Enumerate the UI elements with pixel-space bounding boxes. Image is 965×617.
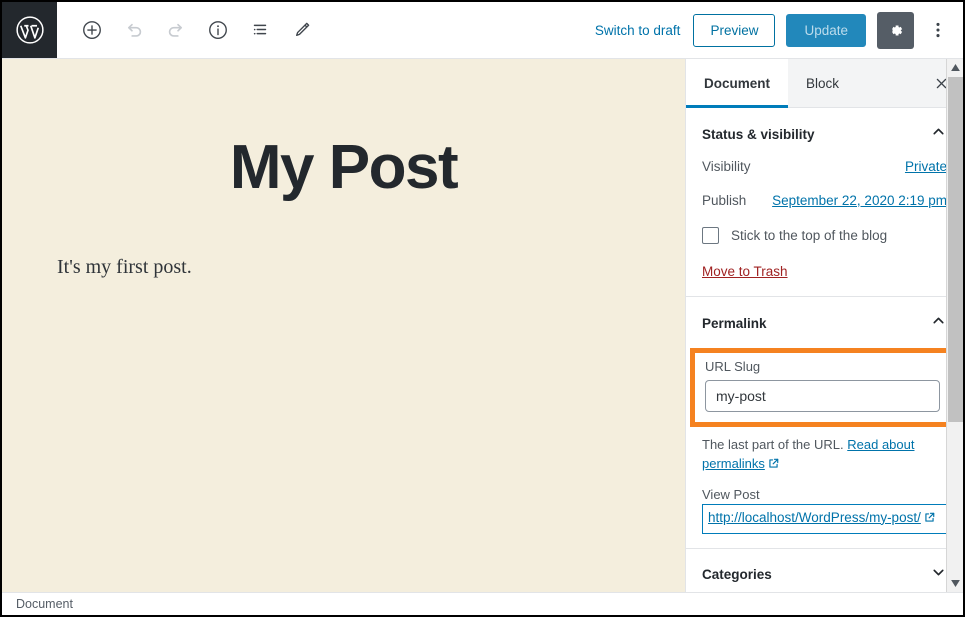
permalink-help-text: The last part of the URL. Read about per… bbox=[686, 427, 963, 476]
panel-title: Status & visibility bbox=[702, 126, 815, 142]
scroll-down-arrow-icon[interactable] bbox=[947, 575, 963, 592]
panel-status-visibility-header[interactable]: Status & visibility bbox=[686, 108, 963, 159]
publish-label: Publish bbox=[702, 193, 747, 208]
sidebar-tab-bar: Document Block bbox=[686, 59, 963, 108]
visibility-row: Visibility Private bbox=[702, 159, 947, 174]
details-button[interactable] bbox=[199, 11, 237, 49]
visibility-label: Visibility bbox=[702, 159, 751, 174]
sidebar-scrollbar[interactable] bbox=[946, 59, 963, 592]
settings-gear-button[interactable] bbox=[877, 11, 914, 49]
editor-canvas[interactable]: My Post It's my first post. bbox=[2, 59, 685, 592]
add-block-button[interactable] bbox=[73, 11, 111, 49]
panel-status-visibility: Status & visibility Visibility Private P… bbox=[686, 108, 963, 297]
editor-top-bar: Switch to draft Preview Update bbox=[2, 2, 963, 59]
panel-title: Permalink bbox=[702, 315, 767, 331]
permalink-help-prefix: The last part of the URL. bbox=[702, 437, 844, 452]
editor-status-bar: Document bbox=[2, 592, 963, 615]
sticky-post-row: Stick to the top of the blog bbox=[702, 227, 947, 244]
view-post-link[interactable]: http://localhost/WordPress/my-post/ bbox=[708, 510, 921, 525]
url-slug-label: URL Slug bbox=[705, 359, 761, 374]
wordpress-block-editor-window: Switch to draft Preview Update My Post I… bbox=[0, 0, 965, 617]
publish-row: Publish September 22, 2020 2:19 pm bbox=[702, 193, 947, 208]
switch-to-draft-button[interactable]: Switch to draft bbox=[593, 19, 683, 42]
publish-date-button[interactable]: September 22, 2020 2:19 pm bbox=[772, 193, 947, 208]
view-post-label: View Post bbox=[702, 486, 760, 502]
tab-document[interactable]: Document bbox=[686, 59, 789, 108]
panel-categories-header[interactable]: Categories bbox=[686, 549, 963, 592]
external-link-icon bbox=[923, 511, 936, 529]
tab-block[interactable]: Block bbox=[788, 59, 857, 107]
edit-mode-button[interactable] bbox=[283, 11, 321, 49]
panel-categories: Categories bbox=[686, 549, 963, 592]
panel-title: Categories bbox=[702, 567, 772, 583]
chevron-up-icon[interactable] bbox=[930, 123, 947, 145]
view-post-link-container: http://localhost/WordPress/my-post/ bbox=[702, 503, 947, 534]
url-slug-input[interactable] bbox=[705, 380, 940, 412]
editor-tools-group bbox=[57, 11, 321, 49]
scrollbar-thumb[interactable] bbox=[948, 77, 963, 422]
chevron-down-icon[interactable] bbox=[930, 564, 947, 586]
post-title-field[interactable]: My Post bbox=[2, 59, 685, 203]
visibility-value-button[interactable]: Private bbox=[905, 159, 947, 174]
panel-permalink-body: URL Slug The last part of the URL. Read … bbox=[686, 348, 963, 548]
post-paragraph-block[interactable]: It's my first post. bbox=[2, 203, 685, 279]
update-button[interactable]: Update bbox=[786, 13, 866, 47]
sticky-post-label[interactable]: Stick to the top of the blog bbox=[731, 228, 887, 243]
breadcrumb: Document bbox=[16, 597, 73, 611]
preview-button[interactable]: Preview bbox=[693, 13, 776, 47]
sticky-post-checkbox[interactable] bbox=[702, 227, 719, 244]
url-slug-highlight-box: URL Slug bbox=[690, 348, 955, 427]
move-to-trash-button[interactable]: Move to Trash bbox=[702, 264, 788, 279]
panel-permalink-header[interactable]: Permalink bbox=[686, 297, 963, 348]
external-link-icon bbox=[767, 457, 780, 476]
top-bar-actions: Switch to draft Preview Update bbox=[593, 11, 963, 49]
settings-sidebar: Document Block Status & visibility Visib… bbox=[685, 59, 963, 592]
more-options-button[interactable] bbox=[925, 12, 951, 49]
redo-button[interactable] bbox=[157, 11, 195, 49]
undo-button[interactable] bbox=[115, 11, 153, 49]
list-view-button[interactable] bbox=[241, 11, 279, 49]
panel-status-visibility-body: Visibility Private Publish September 22,… bbox=[686, 159, 963, 296]
wordpress-logo-icon[interactable] bbox=[2, 2, 57, 58]
chevron-up-icon[interactable] bbox=[930, 312, 947, 334]
panel-permalink: Permalink URL Slug The last part of the … bbox=[686, 297, 963, 549]
scroll-up-arrow-icon[interactable] bbox=[947, 59, 963, 76]
